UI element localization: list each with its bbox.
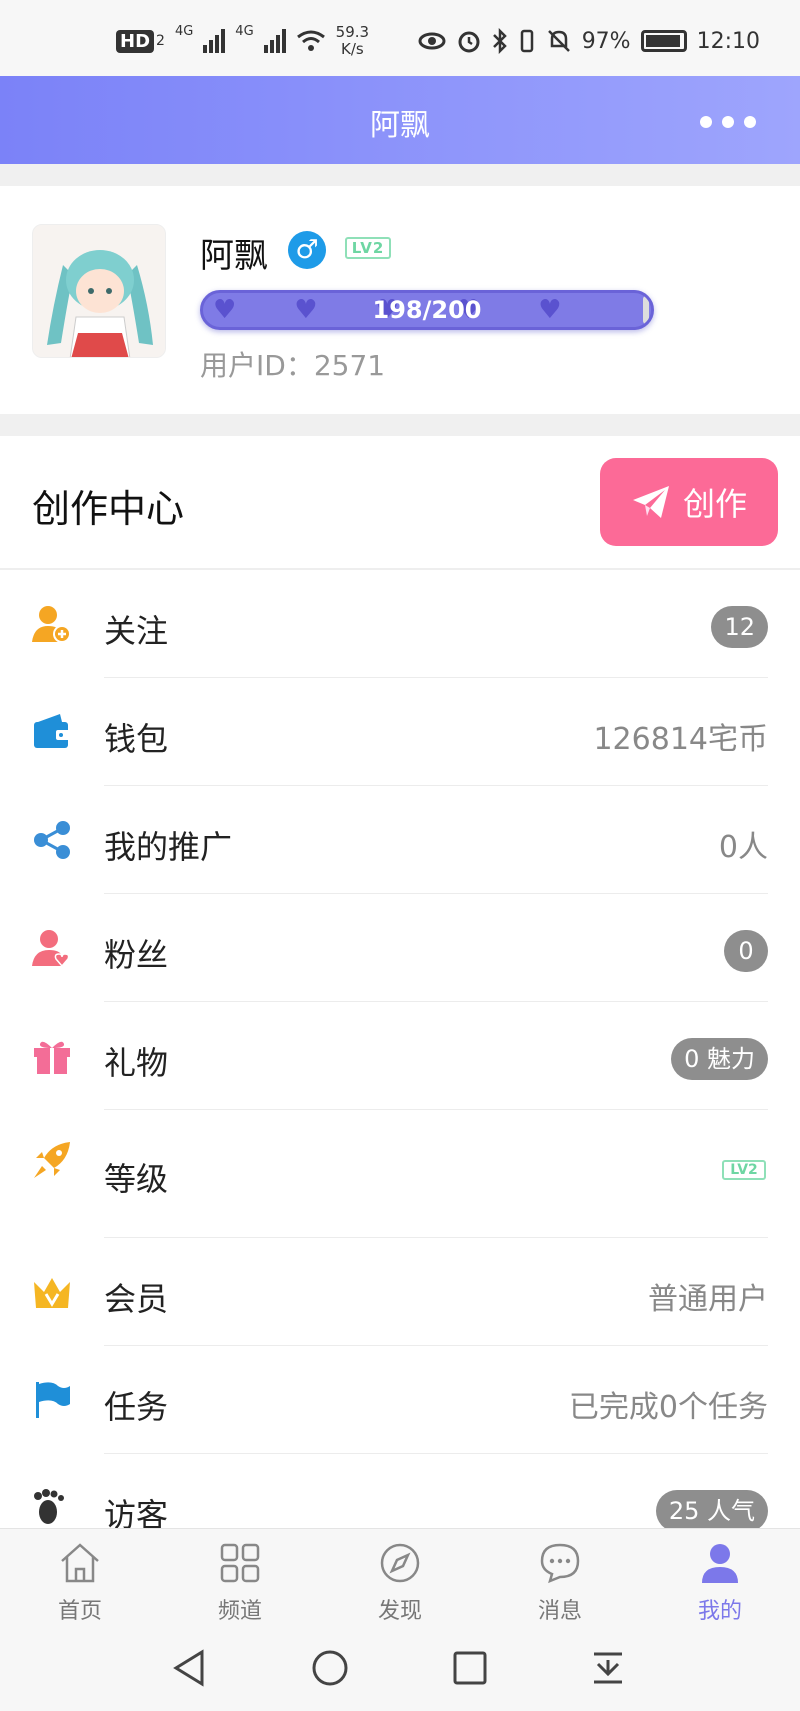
network-speed: 59.3 K/s [336, 24, 369, 58]
menu-label: 关注 [104, 612, 169, 650]
menu-item-tasks[interactable]: 任务 已完成0个任务 [0, 1346, 800, 1454]
create-center-title: 创作中心 [32, 487, 185, 531]
menu-label: 访客 [104, 1496, 169, 1530]
fans-icon [32, 930, 70, 968]
username: 阿飘 [200, 236, 268, 276]
menu-item-promotion[interactable]: 我的推广 0人 [0, 786, 800, 894]
alarm-icon [458, 31, 480, 53]
tab-home[interactable]: 首页 [0, 1529, 160, 1624]
page-title: 阿飘 [370, 108, 430, 143]
battery-icon [640, 30, 687, 52]
status-left: HD 2 4G 4G 59.3 K/s [116, 24, 369, 58]
create-button[interactable]: 创作 [600, 458, 778, 546]
xp-text: 198/200 [372, 296, 482, 324]
membership-status: 普通用户 [648, 1282, 768, 1317]
paper-plane-icon [632, 486, 669, 518]
rocket-icon [34, 1142, 70, 1178]
home-icon [61, 1543, 99, 1583]
grid-icon [220, 1543, 260, 1583]
popularity-badge: 25 人气 [655, 1490, 768, 1530]
notification-pulldown-icon[interactable] [588, 1648, 628, 1688]
vibrate-battery-icon [520, 29, 533, 53]
create-center: 创作中心 创作 [0, 436, 800, 570]
profile-icon [702, 1544, 738, 1583]
bottom-tab-bar: 首页 频道 发现 消息 我的 [0, 1528, 800, 1624]
share-icon [34, 821, 70, 859]
wallet-icon [34, 714, 70, 748]
profile-card[interactable]: 阿飘 ♂ LV2 ♥♥♥♥♥ 198/200 用户ID：2571 [0, 186, 800, 414]
menu-item-wallet[interactable]: 钱包 126814宅币 [0, 678, 800, 786]
menu-list: 关注 12 钱包 126814宅币 我的推广 0人 粉丝 0 礼物 0 魅力 等… [0, 570, 800, 1530]
chat-icon [540, 1543, 580, 1584]
menu-label: 钱包 [104, 720, 169, 758]
footprint-icon [34, 1489, 64, 1524]
create-button-label: 创作 [682, 485, 747, 523]
system-navigation-bar [0, 1620, 800, 1711]
hd-badge: HD [116, 29, 155, 53]
signal-icon-2 [263, 29, 286, 53]
xp-progress-bar: ♥♥♥♥♥ 198/200 [200, 290, 654, 330]
back-icon[interactable] [170, 1648, 210, 1688]
bluetooth-icon [492, 28, 507, 54]
tab-channels[interactable]: 频道 [160, 1529, 320, 1624]
gift-icon [34, 1041, 70, 1074]
avatar-illustration [33, 225, 165, 357]
eye-icon [418, 32, 446, 50]
user-id: 用户ID：2571 [200, 349, 386, 382]
network-type-1: 4G [174, 24, 194, 39]
level-badge-small: LV2 [722, 1160, 766, 1180]
menu-label: 我的推广 [104, 828, 233, 866]
app-header: 阿飘 [0, 76, 800, 164]
avatar[interactable] [32, 224, 166, 358]
speed-value: 59.3 [335, 23, 370, 41]
compass-icon [380, 1543, 420, 1583]
menu-item-level[interactable]: 等级 LV2 [0, 1110, 800, 1238]
menu-item-follow[interactable]: 关注 12 [0, 570, 800, 678]
wallet-balance: 126814宅币 [593, 722, 768, 757]
menu-label: 任务 [104, 1388, 169, 1426]
menu-item-membership[interactable]: 会员 普通用户 [0, 1238, 800, 1346]
promotion-count: 0人 [718, 830, 768, 865]
battery-percent: 97% [581, 28, 631, 54]
menu-label: 等级 [104, 1160, 169, 1198]
menu-label: 会员 [104, 1280, 169, 1318]
menu-item-visitors[interactable]: 访客 25 人气 [0, 1454, 800, 1530]
signal-icon [203, 29, 226, 53]
status-bar: HD 2 4G 4G 59.3 K/s 97% 12:10 [0, 0, 800, 76]
speed-unit: K/s [341, 40, 364, 58]
xp-remaining [643, 296, 649, 324]
menu-label: 礼物 [104, 1044, 169, 1082]
user-add-icon [32, 606, 71, 643]
tasks-status: 已完成0个任务 [568, 1390, 768, 1425]
more-dots-icon[interactable] [700, 116, 756, 128]
menu-item-fans[interactable]: 粉丝 0 [0, 894, 800, 1002]
status-right: 97% 12:10 [418, 28, 760, 54]
level-badge: LV2 [345, 237, 391, 259]
follow-count-badge: 12 [711, 606, 768, 648]
home-button-icon[interactable] [310, 1648, 350, 1688]
recents-icon[interactable] [450, 1648, 490, 1688]
menu-label: 粉丝 [104, 936, 169, 974]
male-icon: ♂ [288, 231, 326, 269]
wifi-icon [296, 30, 325, 51]
mute-icon [547, 30, 570, 52]
clock: 12:10 [696, 28, 760, 54]
tab-messages[interactable]: 消息 [480, 1529, 640, 1624]
network-type-2: 4G [235, 24, 254, 39]
crown-icon [34, 1278, 70, 1308]
tab-discover[interactable]: 发现 [320, 1529, 480, 1624]
menu-item-gift[interactable]: 礼物 0 魅力 [0, 1002, 800, 1110]
tab-mine[interactable]: 我的 [640, 1529, 800, 1624]
sim-index: 2 [156, 33, 165, 49]
charm-badge: 0 魅力 [671, 1038, 768, 1080]
fans-count-badge: 0 [724, 930, 768, 972]
flag-icon [36, 1382, 70, 1418]
